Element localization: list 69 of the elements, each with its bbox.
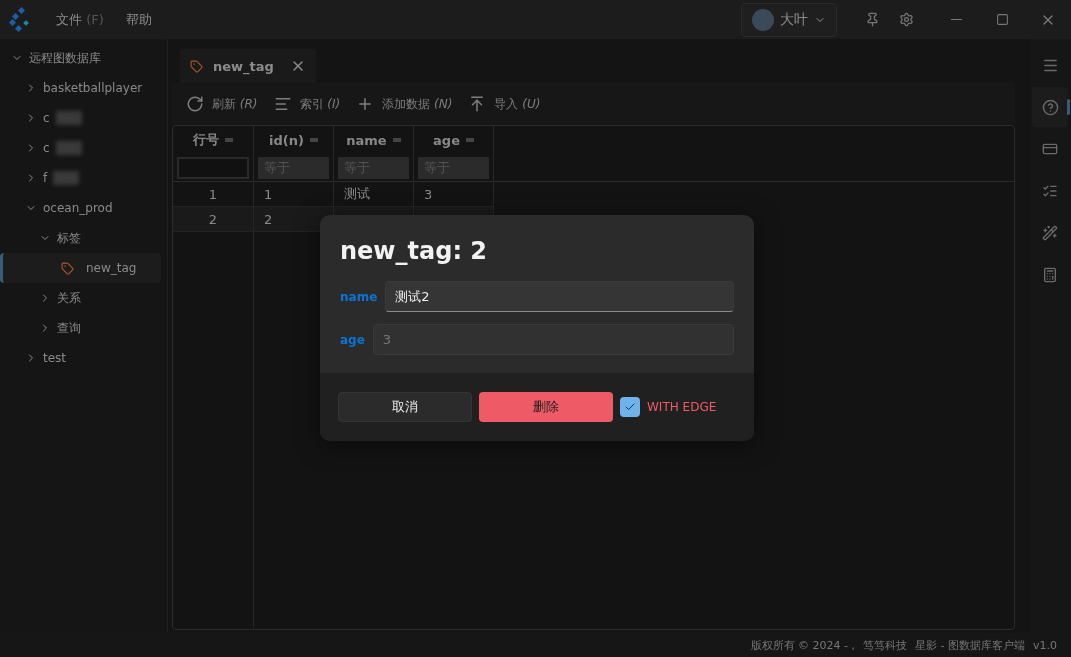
wand-icon xyxy=(1042,225,1058,241)
calculator-icon xyxy=(1042,267,1058,283)
card-icon xyxy=(1042,141,1058,157)
checklist-icon xyxy=(1042,183,1058,199)
tree-label: 关系 xyxy=(57,289,81,307)
tree-item[interactable]: test xyxy=(0,343,161,373)
tree-label: new_tag xyxy=(86,261,137,275)
column-header[interactable]: name xyxy=(334,126,414,154)
tab[interactable]: new_tag xyxy=(180,49,316,83)
sort-icon xyxy=(309,138,318,142)
field-label: name xyxy=(340,289,378,304)
check-icon xyxy=(624,401,636,413)
tree-item[interactable]: ocean_prod xyxy=(0,193,161,223)
tree-item[interactable]: 标签 xyxy=(0,223,161,253)
tree-item[interactable]: 远程图数据库 xyxy=(0,43,161,73)
column-header[interactable]: age xyxy=(414,126,494,154)
pin-icon xyxy=(864,12,880,27)
toolbar-button[interactable]: 索引 (I) xyxy=(273,95,341,113)
tree-label: basketballplayer xyxy=(43,81,143,95)
company-text: 笃笃科技 xyxy=(863,637,907,653)
tree-label: 查询 xyxy=(57,319,81,337)
menu-item[interactable]: 文件 (F) xyxy=(56,10,104,29)
user-menu-button[interactable]: 大叶 xyxy=(741,2,837,37)
tree-label: f xyxy=(43,171,48,185)
tree-item-selected[interactable]: new_tag xyxy=(0,253,161,283)
tree-label: c xyxy=(43,141,50,155)
tree-item[interactable]: 关系 xyxy=(0,283,161,313)
product-text: 星影 - 图数据库客户端 xyxy=(915,637,1025,653)
dialog-title: new_tag: 2 xyxy=(340,237,489,265)
checkbox[interactable] xyxy=(620,397,640,417)
sort-icon xyxy=(225,138,233,142)
toolbar-button[interactable]: 刷新 (R) xyxy=(186,95,258,113)
filter-field[interactable] xyxy=(177,156,249,179)
tag-icon xyxy=(61,261,74,275)
field-label: age xyxy=(340,332,365,347)
toolbar-button[interactable]: 添加数据 (N) xyxy=(356,95,453,113)
delete-button[interactable]: 删除 xyxy=(479,392,613,422)
column-header[interactable]: 行号 xyxy=(173,126,254,154)
column-header[interactable]: id(n) xyxy=(254,126,334,154)
tree-item[interactable]: 查询 xyxy=(0,313,161,343)
tag-icon xyxy=(190,59,203,73)
input-field[interactable]: 测试2 xyxy=(385,281,734,312)
minimize-icon xyxy=(950,19,962,20)
tree-item[interactable]: c xyxy=(0,103,161,133)
version-text: v1.0 xyxy=(1033,638,1057,652)
settings-icon xyxy=(898,12,914,27)
lines-icon xyxy=(273,95,292,113)
help-button[interactable] xyxy=(1032,87,1068,127)
tree-label: 远程图数据库 xyxy=(29,49,101,67)
toolbar-button[interactable]: 导入 (U) xyxy=(468,95,541,113)
refresh-icon xyxy=(186,95,204,113)
tree-label: ocean_prod xyxy=(43,201,113,215)
cancel-button[interactable]: 取消 xyxy=(338,392,472,422)
sort-icon xyxy=(392,138,401,142)
tree-item[interactable]: f xyxy=(0,163,161,193)
tree-item[interactable]: basketballplayer xyxy=(0,73,161,103)
menu-item[interactable]: 帮助 xyxy=(125,10,152,29)
copyright-text: 版权所有 © 2024 - , xyxy=(750,637,855,653)
maximize-icon xyxy=(995,13,1009,26)
tree-label: c xyxy=(43,111,50,125)
tree-label: test xyxy=(43,351,67,365)
avatar-icon xyxy=(752,8,774,31)
tree-item[interactable]: c xyxy=(0,133,161,163)
checkbox-label: WITH EDGE xyxy=(647,400,717,414)
sort-icon xyxy=(465,138,474,142)
input-field[interactable]: 3 xyxy=(372,324,734,355)
table-cell: 2 xyxy=(173,207,254,232)
help-icon xyxy=(1041,98,1059,116)
tree-label: 标签 xyxy=(57,229,81,247)
